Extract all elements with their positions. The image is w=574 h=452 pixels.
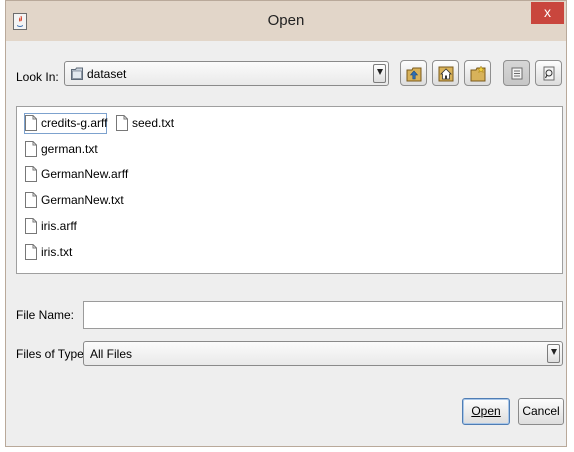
home-icon <box>438 66 454 82</box>
close-button[interactable]: x <box>531 2 564 24</box>
open-button-label: Open <box>471 404 501 418</box>
file-icon <box>116 115 128 131</box>
file-name: iris.txt <box>41 245 73 259</box>
details-view-icon <box>543 66 555 81</box>
up-one-level-button[interactable] <box>400 60 427 86</box>
file-name: credits-g.arff <box>41 116 108 130</box>
list-item[interactable]: iris.txt <box>25 243 95 262</box>
dialog-title: Open <box>267 12 305 29</box>
file-list[interactable]: credits-g.arff seed.txt german.txt Germa… <box>16 106 563 274</box>
cancel-button-label: Cancel <box>522 404 560 418</box>
file-name: german.txt <box>41 142 98 156</box>
look-in-combo[interactable]: dataset <box>64 61 389 86</box>
look-in-label: Look In: <box>16 70 59 84</box>
files-of-type-value: All Files <box>90 347 133 361</box>
file-name: GermanNew.txt <box>41 193 124 207</box>
files-of-type-label: Files of Type: <box>16 347 88 361</box>
list-item[interactable]: iris.arff <box>25 217 95 236</box>
list-view-button[interactable] <box>503 60 530 86</box>
details-view-button[interactable] <box>535 60 562 86</box>
list-item[interactable]: GermanNew.arff <box>25 165 129 184</box>
open-dialog: Open x Look In: dataset credits-g.arff s… <box>5 0 567 447</box>
list-item[interactable]: GermanNew.txt <box>25 191 125 210</box>
file-name: iris.arff <box>41 219 77 233</box>
chevron-down-icon[interactable] <box>373 64 386 83</box>
file-name-input[interactable] <box>83 301 563 329</box>
file-icon <box>25 141 37 157</box>
new-folder-icon <box>470 65 486 82</box>
list-view-icon <box>511 67 523 80</box>
folder-icon <box>71 67 83 80</box>
file-icon <box>25 218 37 234</box>
open-button[interactable]: Open <box>462 398 510 425</box>
list-item[interactable]: credits-g.arff <box>24 113 108 134</box>
file-name: GermanNew.arff <box>41 167 129 181</box>
file-icon <box>25 244 37 260</box>
file-name: seed.txt <box>132 116 175 130</box>
file-name-label: File Name: <box>16 308 75 322</box>
file-icon <box>25 115 37 131</box>
files-of-type-combo[interactable]: All Files <box>83 341 563 366</box>
file-icon <box>25 166 37 182</box>
folder-up-icon <box>406 67 422 82</box>
home-button[interactable] <box>432 60 459 86</box>
look-in-value: dataset <box>87 67 127 81</box>
new-folder-button[interactable] <box>464 60 491 86</box>
chevron-down-icon[interactable] <box>547 344 560 363</box>
list-item[interactable]: german.txt <box>25 140 105 159</box>
file-icon <box>25 192 37 208</box>
cancel-button[interactable]: Cancel <box>518 398 564 425</box>
list-item[interactable]: seed.txt <box>116 114 186 133</box>
title-bar[interactable]: Open x <box>6 1 566 41</box>
